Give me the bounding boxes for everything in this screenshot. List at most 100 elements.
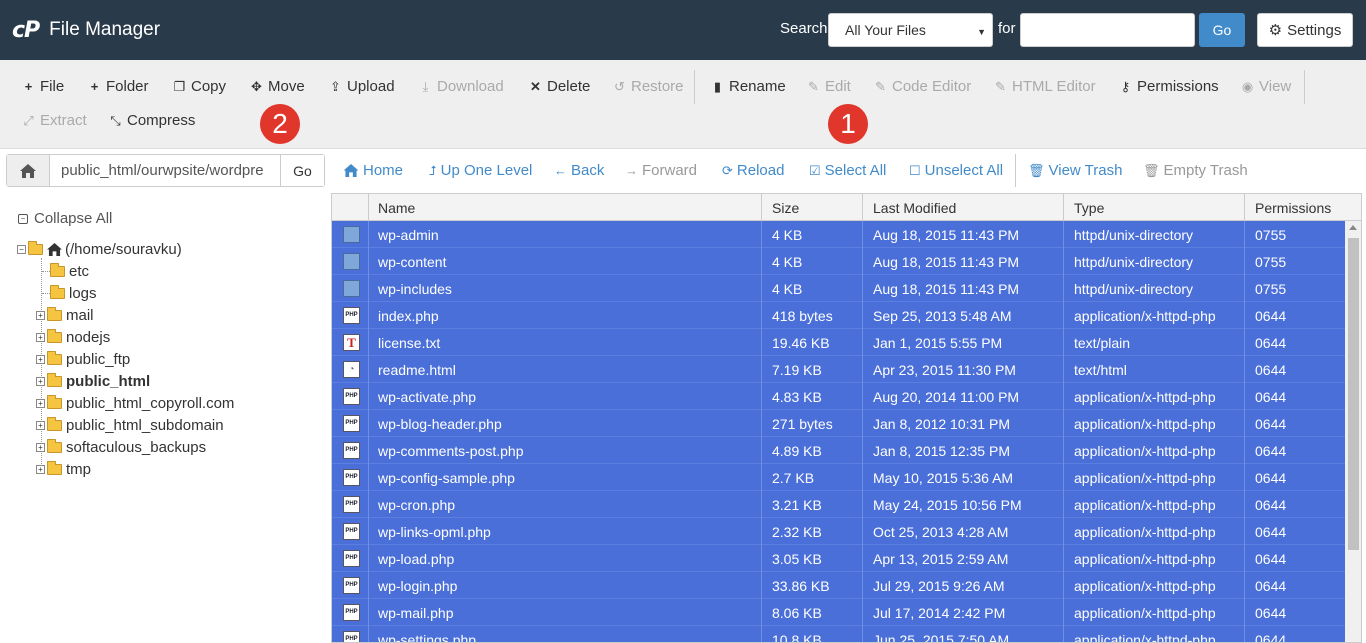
rename-button[interactable]: ▮ Rename	[711, 78, 786, 95]
action-toolbar: + File + Folder ❐ Copy ✥ Move ⇪ Upload ⤓ Downl…	[0, 60, 1366, 149]
collapse-all-button[interactable]: − Collapse All	[18, 210, 112, 227]
column-header-size[interactable]: Size	[772, 200, 799, 216]
table-row[interactable]: wp-content 4 KB Aug 18, 2015 11:43 PM httpd…	[332, 248, 1345, 275]
permissions-button[interactable]: ⚷ Permissions	[1119, 78, 1219, 95]
table-row[interactable]: PHP wp-load.php 3.05 KB Apr 13, 2015 2:59 A…	[332, 545, 1345, 572]
column-divider	[1063, 626, 1064, 642]
column-divider	[368, 221, 369, 248]
upload-button[interactable]: ⇪ Upload	[329, 78, 395, 95]
cell-modified: Apr 23, 2015 11:30 PM	[873, 362, 1016, 378]
search-go-button[interactable]: Go	[1199, 13, 1245, 47]
collapse-icon: −	[17, 245, 26, 254]
nav-home-button[interactable]: Home	[343, 162, 403, 179]
column-divider	[862, 410, 863, 437]
table-row[interactable]: PHP wp-mail.php 8.06 KB Jul 17, 2014 2:42 P…	[332, 599, 1345, 626]
tree-node-public-html-copyroll[interactable]: + public_html_copyroll.com	[36, 395, 234, 412]
table-row[interactable]: PHP wp-blog-header.php 271 bytes Jan 8, 201…	[332, 410, 1345, 437]
code-editor-button[interactable]: ✎ Code Editor	[874, 78, 971, 95]
table-row[interactable]: wp-admin 4 KB Aug 18, 2015 11:43 PM httpd/u…	[332, 221, 1345, 248]
rename-label: Rename	[729, 78, 786, 95]
html-editor-button[interactable]: ✎ HTML Editor	[994, 78, 1096, 95]
cpanel-logo[interactable]: cP File Manager	[12, 16, 160, 44]
column-divider	[1244, 248, 1245, 275]
tree-node-tmp[interactable]: + tmp	[36, 461, 91, 478]
tree-node-public-html-subdomain[interactable]: + public_html_subdomain	[36, 417, 224, 434]
edit-button[interactable]: ✎ Edit	[807, 78, 851, 95]
column-divider	[1244, 464, 1245, 491]
select-all-button[interactable]: ☑ Select All	[809, 162, 886, 179]
scroll-up-icon[interactable]	[1349, 225, 1357, 230]
column-divider	[368, 599, 369, 626]
gear-icon: ⚙	[1268, 22, 1283, 39]
table-row[interactable]: ◔ readme.html 7.19 KB Apr 23, 2015 11:30 PM…	[332, 356, 1345, 383]
tree-node-mail[interactable]: + mail	[36, 307, 94, 324]
folder-icon	[47, 417, 62, 431]
path-go-button[interactable]: Go	[280, 155, 324, 186]
cell-perm: 0644	[1255, 308, 1287, 324]
column-divider	[1063, 599, 1064, 626]
pencil-icon: ✎	[808, 78, 819, 94]
scrollbar-thumb[interactable]	[1348, 238, 1359, 550]
home-button[interactable]	[7, 155, 50, 186]
restore-button[interactable]: ↺ Restore	[613, 78, 683, 95]
unselect-all-button[interactable]: ☐ Unselect All	[909, 162, 1003, 179]
up-one-level-button[interactable]: ⮥ Up One Level	[429, 162, 532, 179]
tree-node-logs[interactable]: logs	[50, 285, 97, 302]
table-row[interactable]: PHP wp-config-sample.php 2.7 KB May 10, 201…	[332, 464, 1345, 491]
html-editor-label: HTML Editor	[1012, 78, 1096, 95]
forward-button[interactable]: → Forward	[625, 162, 697, 179]
folder-icon	[47, 329, 62, 343]
tree-node-softaculous-backups[interactable]: + softaculous_backups	[36, 439, 206, 456]
back-button[interactable]: ← Back	[554, 162, 604, 179]
new-folder-button[interactable]: + Folder	[88, 78, 149, 95]
compress-label: Compress	[127, 112, 196, 129]
move-button[interactable]: ✥ Move	[250, 78, 305, 95]
tree-node-nodejs[interactable]: + nodejs	[36, 329, 110, 346]
compress-button[interactable]: ⤡ Compress	[109, 112, 195, 129]
column-header-name[interactable]: Name	[378, 200, 415, 216]
view-trash-button[interactable]: 🗑 View Trash	[1028, 162, 1122, 179]
table-row[interactable]: PHP wp-login.php 33.86 KB Jul 29, 2015 9:26…	[332, 572, 1345, 599]
settings-button[interactable]: ⚙ Settings	[1257, 13, 1353, 47]
empty-trash-button[interactable]: 🗑 Empty Trash	[1143, 162, 1248, 179]
view-button[interactable]: ◉ View	[1241, 78, 1291, 95]
tree-node-root[interactable]: − (/home/souravku)	[17, 241, 182, 258]
column-header-last-modified[interactable]: Last Modified	[873, 200, 956, 216]
table-row[interactable]: PHP wp-comments-post.php 4.89 KB Jan 8, 201…	[332, 437, 1345, 464]
cell-perm: 0644	[1255, 362, 1287, 378]
column-divider	[862, 383, 863, 410]
table-row[interactable]: PHP wp-cron.php 3.21 KB May 24, 2015 10:56 …	[332, 491, 1345, 518]
table-row[interactable]: wp-includes 4 KB Aug 18, 2015 11:43 PM http…	[332, 275, 1345, 302]
tree-node-public-ftp[interactable]: + public_ftp	[36, 351, 130, 368]
search-input[interactable]	[1020, 13, 1195, 47]
column-header-type[interactable]: Type	[1074, 200, 1104, 216]
cell-name: wp-comments-post.php	[378, 443, 524, 459]
cell-perm: 0644	[1255, 443, 1287, 459]
column-header-permissions[interactable]: Permissions	[1255, 200, 1331, 216]
extract-button[interactable]: ⤢ Extract	[22, 112, 86, 129]
cell-modified: Jun 25, 2015 7:50 AM	[873, 632, 1010, 643]
vertical-scrollbar[interactable]	[1345, 221, 1361, 642]
table-row[interactable]: PHP wp-activate.php 4.83 KB Aug 20, 2014 11…	[332, 383, 1345, 410]
delete-button[interactable]: ✕ Delete	[529, 78, 590, 95]
reload-label: Reload	[736, 162, 785, 179]
new-file-button[interactable]: + File	[22, 78, 64, 95]
download-button[interactable]: ⤓ Download	[419, 78, 504, 95]
column-divider	[761, 356, 762, 383]
table-row[interactable]: PHP wp-links-opml.php 2.32 KB Oct 25, 2013 …	[332, 518, 1345, 545]
reload-button[interactable]: ⟳ Reload	[722, 162, 784, 179]
cell-perm: 0644	[1255, 335, 1287, 351]
tree-line	[42, 293, 50, 294]
table-row[interactable]: Tlicense.txt 19.46 KB Jan 1, 2015 5:55 PM t…	[332, 329, 1345, 356]
copy-button[interactable]: ❐ Copy	[173, 78, 226, 95]
search-scope-select[interactable]: All Your Files ▼	[828, 13, 993, 47]
folder-icon	[50, 263, 65, 277]
tree-node-etc[interactable]: etc	[50, 263, 89, 280]
tree-node-public-html[interactable]: + public_html	[36, 373, 150, 390]
arrow-right-icon: →	[625, 163, 638, 178]
table-row[interactable]: PHP index.php 418 bytes Sep 25, 2013 5:48 A…	[332, 302, 1345, 329]
close-icon: ✕	[530, 78, 541, 94]
path-input[interactable]: public_html/ourwpsite/wordpre	[50, 155, 280, 186]
table-row[interactable]: PHP wp-settings.php 10.8 KB Jun 25, 2015 7:…	[332, 626, 1345, 643]
folder-icon	[47, 395, 62, 409]
